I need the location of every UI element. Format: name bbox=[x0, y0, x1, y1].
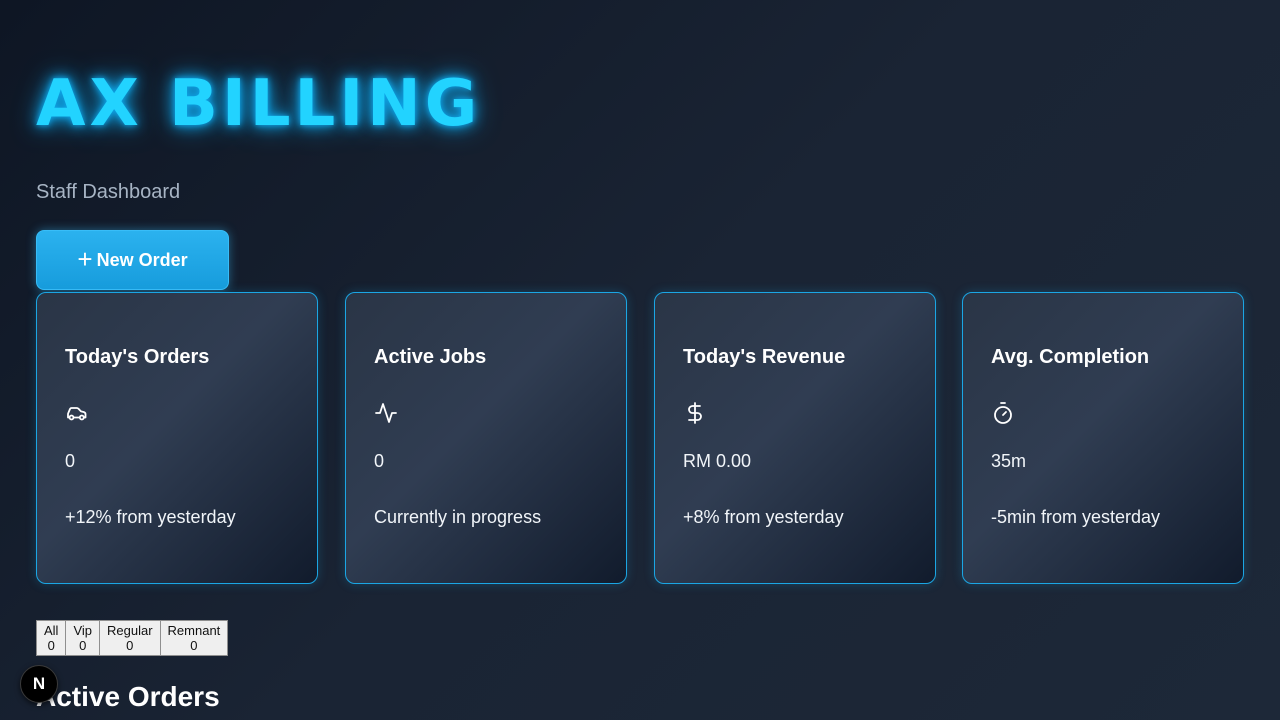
stat-card-title: Today's Orders bbox=[65, 346, 210, 368]
activity-icon bbox=[375, 403, 397, 423]
filter-tab-label: Remnant bbox=[167, 623, 221, 638]
stat-card-value: RM 0.00 bbox=[683, 451, 752, 471]
stat-card-note: -5min from yesterday bbox=[991, 507, 1161, 527]
stat-card-value: 35m bbox=[991, 451, 1027, 471]
active-orders-heading: Active Orders bbox=[36, 681, 220, 712]
filter-tab-count: 0 bbox=[79, 638, 87, 653]
new-order-label: New Order bbox=[96, 249, 188, 270]
stopwatch-icon bbox=[994, 402, 1012, 424]
filter-tab-label: Regular bbox=[107, 623, 153, 638]
filter-tab-count: 0 bbox=[47, 638, 55, 653]
stat-card-value: 0 bbox=[374, 451, 385, 471]
dev-tools-badge[interactable]: N bbox=[20, 665, 58, 703]
filter-tab-count: 0 bbox=[190, 638, 198, 653]
car-icon bbox=[67, 407, 87, 421]
filter-tab-regular[interactable]: Regular 0 bbox=[99, 620, 161, 656]
plus-icon: + bbox=[77, 244, 93, 274]
stat-card-avg-completion: Avg. Completion 35m -5min from yesterday bbox=[962, 292, 1244, 584]
new-order-button[interactable]: + New Order bbox=[36, 230, 229, 290]
stat-card-value: 0 bbox=[65, 451, 76, 471]
brand-logo: AX BILLING bbox=[36, 67, 482, 141]
filter-tab-remnant[interactable]: Remnant 0 bbox=[159, 620, 229, 656]
filter-tab-all[interactable]: All 0 bbox=[36, 620, 67, 656]
filter-tab-label: All bbox=[44, 623, 59, 638]
filter-tab-count: 0 bbox=[126, 638, 134, 653]
stat-card-title: Today's Revenue bbox=[683, 346, 846, 368]
order-filter-tabs: All 0 Vip 0 Regular 0 Remnant 0 bbox=[36, 620, 229, 656]
stat-card-note: Currently in progress bbox=[374, 507, 542, 527]
filter-tab-label: Vip bbox=[73, 623, 93, 638]
stat-card-note: +8% from yesterday bbox=[683, 507, 844, 527]
stat-card-active-jobs: Active Jobs 0 Currently in progress bbox=[345, 292, 627, 584]
dev-badge-label: N bbox=[32, 674, 46, 693]
stat-card-title: Avg. Completion bbox=[991, 346, 1150, 368]
filter-tab-vip[interactable]: Vip 0 bbox=[65, 620, 101, 656]
page-subtitle: Staff Dashboard bbox=[36, 181, 181, 203]
stat-card-note: +12% from yesterday bbox=[65, 507, 236, 527]
stat-card-todays-revenue: Today's Revenue RM 0.00 +8% from yesterd… bbox=[654, 292, 936, 584]
stat-card-todays-orders: Today's Orders 0 +12% from yesterday bbox=[36, 292, 318, 584]
stat-card-title: Active Jobs bbox=[374, 346, 487, 368]
dollar-icon bbox=[688, 402, 702, 424]
